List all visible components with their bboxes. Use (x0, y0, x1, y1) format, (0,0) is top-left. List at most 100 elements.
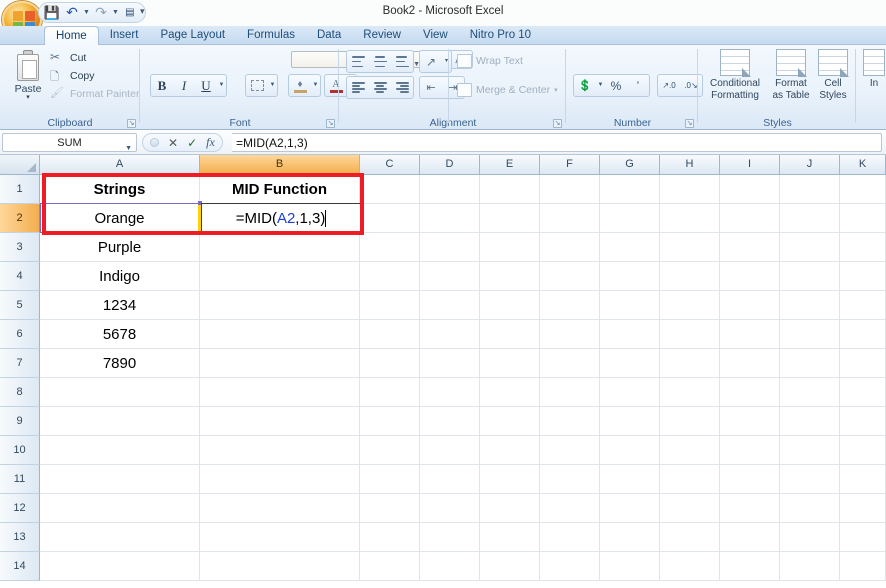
insert-function-icon[interactable]: fx (206, 135, 215, 150)
column-header-j[interactable]: J (780, 155, 840, 175)
grid-cell[interactable] (660, 262, 720, 291)
grid-cell[interactable] (840, 465, 886, 494)
grid-cell[interactable] (540, 175, 600, 204)
grid-cell[interactable] (660, 204, 720, 233)
grid-cell[interactable] (600, 552, 660, 581)
grid-cell[interactable] (720, 320, 780, 349)
grid-cell[interactable] (780, 291, 840, 320)
column-header-k[interactable]: K (840, 155, 886, 175)
grid-cell[interactable] (840, 175, 886, 204)
grid-cell[interactable] (660, 291, 720, 320)
grid-cell[interactable] (660, 494, 720, 523)
cell-a1[interactable]: Strings (40, 175, 200, 204)
tab-data[interactable]: Data (306, 26, 352, 45)
grid-cell[interactable] (480, 436, 540, 465)
grid-cell[interactable] (540, 407, 600, 436)
grid-cell[interactable] (360, 233, 420, 262)
grid-cell[interactable] (40, 552, 200, 581)
column-header-c[interactable]: C (360, 155, 420, 175)
name-box[interactable]: SUM ▼ (2, 133, 137, 152)
formula-input[interactable]: =MID(A2,1,3) (232, 133, 882, 152)
grid-cell[interactable] (600, 523, 660, 552)
grid-cell[interactable] (780, 407, 840, 436)
row-header-7[interactable]: 7 (0, 349, 40, 378)
grid-cell[interactable] (540, 494, 600, 523)
align-top-icon[interactable] (347, 51, 369, 72)
tab-review[interactable]: Review (352, 26, 412, 45)
paste-dropdown-icon[interactable]: ▾ (26, 94, 30, 101)
grid-cell[interactable] (720, 291, 780, 320)
grid-cell[interactable] (40, 465, 200, 494)
grid-cell[interactable] (720, 552, 780, 581)
grid-cell[interactable] (840, 233, 886, 262)
grid-cell[interactable] (720, 465, 780, 494)
grid-cell[interactable] (720, 233, 780, 262)
grid-cell[interactable] (720, 407, 780, 436)
grid-cell[interactable] (200, 552, 360, 581)
grid-cell[interactable] (480, 233, 540, 262)
underline-dropdown-icon[interactable]: ▼ (217, 75, 226, 96)
bold-button[interactable]: B (151, 75, 173, 96)
grid-cell[interactable] (540, 378, 600, 407)
row-header-4[interactable]: 4 (0, 262, 40, 291)
grid-cell[interactable] (200, 349, 360, 378)
fill-color-dropdown-icon[interactable]: ▼ (311, 75, 320, 96)
format-as-table-button[interactable]: Format as Table (769, 49, 813, 110)
grid-cell[interactable] (200, 523, 360, 552)
grid-cell[interactable] (40, 523, 200, 552)
row-header-11[interactable]: 11 (0, 465, 40, 494)
align-right-icon[interactable] (391, 77, 413, 98)
grid-cell[interactable] (660, 233, 720, 262)
grid-cell[interactable] (600, 233, 660, 262)
grid-cell[interactable] (780, 378, 840, 407)
cell-b1[interactable]: MID Function (200, 175, 360, 204)
grid-cell[interactable] (360, 378, 420, 407)
grid-cell[interactable] (600, 378, 660, 407)
grid-cell[interactable] (540, 436, 600, 465)
number-dialog-launcher[interactable]: ↘ (685, 119, 694, 128)
grid-cell[interactable] (480, 523, 540, 552)
grid-cell[interactable] (600, 465, 660, 494)
grid-cell[interactable] (200, 465, 360, 494)
grid-cell[interactable] (360, 262, 420, 291)
row-header-8[interactable]: 8 (0, 378, 40, 407)
grid-cell[interactable] (840, 523, 886, 552)
tab-page-layout[interactable]: Page Layout (149, 26, 236, 45)
grid-cell[interactable] (360, 407, 420, 436)
grid-cell[interactable] (600, 204, 660, 233)
grid-cell[interactable] (660, 552, 720, 581)
grid-cell[interactable] (540, 320, 600, 349)
grid-cell[interactable] (200, 407, 360, 436)
grid-cell[interactable] (600, 291, 660, 320)
grid-cell[interactable] (40, 494, 200, 523)
orientation-icon[interactable]: ↗ (420, 51, 442, 72)
grid-cell[interactable] (480, 552, 540, 581)
cell-a5[interactable]: 1234 (40, 291, 200, 320)
grid-cell[interactable] (720, 262, 780, 291)
row-header-6[interactable]: 6 (0, 320, 40, 349)
grid-cell[interactable] (720, 523, 780, 552)
grid-cell[interactable] (360, 204, 420, 233)
alignment-dialog-launcher[interactable]: ↘ (553, 119, 562, 128)
grid-cell[interactable] (420, 465, 480, 494)
grid-cell[interactable] (420, 175, 480, 204)
enter-icon[interactable]: ✓ (187, 136, 197, 150)
grid-cell[interactable] (420, 233, 480, 262)
grid-cell[interactable] (540, 204, 600, 233)
percent-style-icon[interactable]: % (605, 75, 627, 96)
grid-cell[interactable] (360, 436, 420, 465)
column-header-b[interactable]: B (200, 155, 360, 175)
merge-dropdown-icon[interactable]: ▾ (554, 86, 558, 94)
grid-cell[interactable] (660, 407, 720, 436)
grid-cell[interactable] (480, 291, 540, 320)
tab-view[interactable]: View (412, 26, 459, 45)
grid-cell[interactable] (540, 552, 600, 581)
cell-a6[interactable]: 5678 (40, 320, 200, 349)
grid-cell[interactable] (840, 552, 886, 581)
align-center-icon[interactable] (369, 77, 391, 98)
grid-cell[interactable] (780, 175, 840, 204)
grid-cell[interactable] (360, 552, 420, 581)
grid-cell[interactable] (420, 291, 480, 320)
grid-cell[interactable] (200, 233, 360, 262)
grid-cell[interactable] (780, 523, 840, 552)
